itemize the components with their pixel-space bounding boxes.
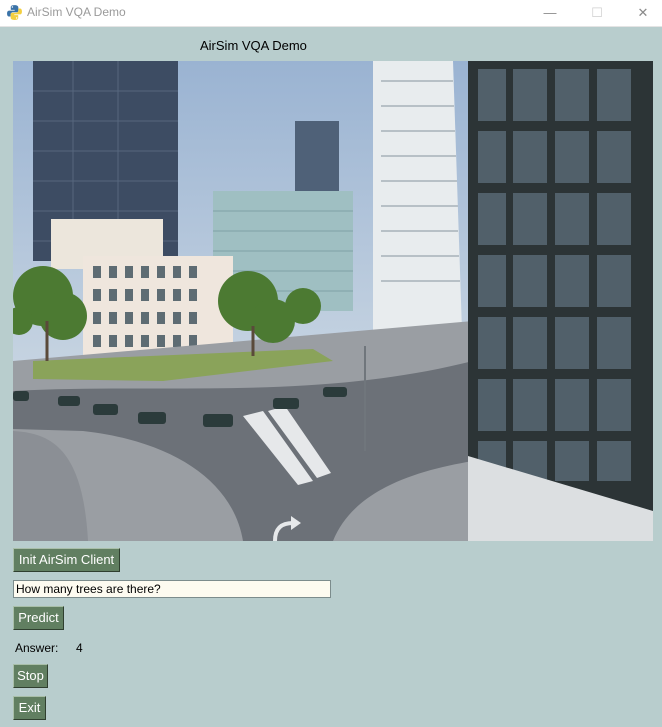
window-title: AirSim VQA Demo <box>27 5 126 19</box>
answer-value: 4 <box>76 641 83 655</box>
app-heading: AirSim VQA Demo <box>200 38 307 53</box>
camera-image <box>13 61 653 541</box>
minimize-button[interactable]: — <box>527 0 573 26</box>
question-input[interactable]: How many trees are there? <box>13 580 331 598</box>
city-street-camera-image-icon <box>13 61 653 541</box>
window-titlebar: AirSim VQA Demo — ☐ ✕ <box>0 0 662 27</box>
predict-button[interactable]: Predict <box>13 606 64 630</box>
exit-button[interactable]: Exit <box>13 696 46 720</box>
answer-label: Answer: <box>15 641 59 655</box>
python-app-icon <box>7 5 22 20</box>
stop-button[interactable]: Stop <box>13 664 48 688</box>
init-airsim-client-button[interactable]: Init AirSim Client <box>13 548 120 572</box>
maximize-button[interactable]: ☐ <box>574 0 620 26</box>
close-button[interactable]: ✕ <box>620 0 662 26</box>
